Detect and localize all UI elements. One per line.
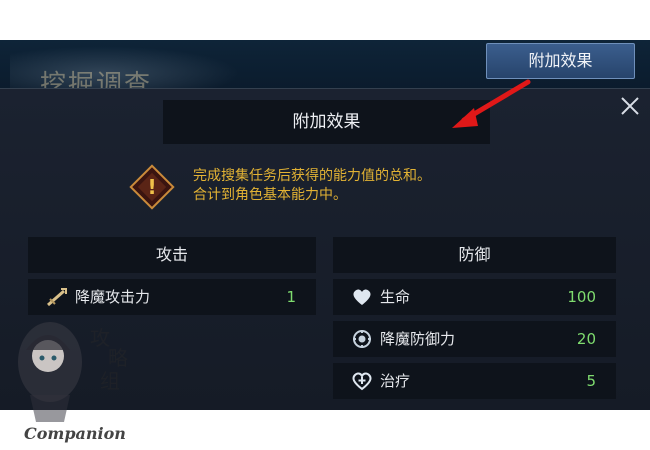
heart-icon [353, 289, 371, 305]
svg-text:组: 组 [100, 369, 120, 393]
heal-icon [352, 372, 372, 391]
bonus-effect-tab[interactable]: 附加效果 [486, 43, 635, 79]
stat-label: 治疗 [380, 372, 411, 390]
description-line-1: 完成搜集任务后获得的能力值的总和。 [193, 168, 431, 184]
description-line-2: 合计到角色基本能力中。 [193, 187, 347, 203]
svg-text:略: 略 [108, 346, 128, 370]
shield-icon [353, 330, 371, 348]
annotation-arrow-icon [452, 79, 531, 128]
close-icon[interactable] [619, 95, 641, 117]
stat-value: 100 [567, 288, 596, 306]
stat-value: 1 [286, 288, 296, 306]
defense-column-header: 防御 [333, 237, 616, 273]
warning-icon: ! [129, 164, 175, 210]
dialog-description: 完成搜集任务后获得的能力值的总和。 合计到角色基本能力中。 [193, 167, 431, 205]
watermark-text: Companion [24, 424, 126, 443]
stat-row-defense: 降魔防御力 20 [333, 321, 616, 357]
stat-value: 5 [586, 372, 596, 390]
stat-row-life: 生命 100 [333, 279, 616, 315]
dialog-title: 附加效果 [163, 100, 490, 144]
stat-label: 生命 [380, 288, 411, 306]
attack-column-header: 攻击 [28, 237, 316, 273]
svg-text:!: ! [147, 175, 156, 199]
svg-text:攻: 攻 [90, 326, 110, 350]
stat-row-heal: 治疗 5 [333, 363, 616, 399]
stat-label: 降魔防御力 [380, 330, 456, 348]
stat-value: 20 [576, 330, 596, 348]
